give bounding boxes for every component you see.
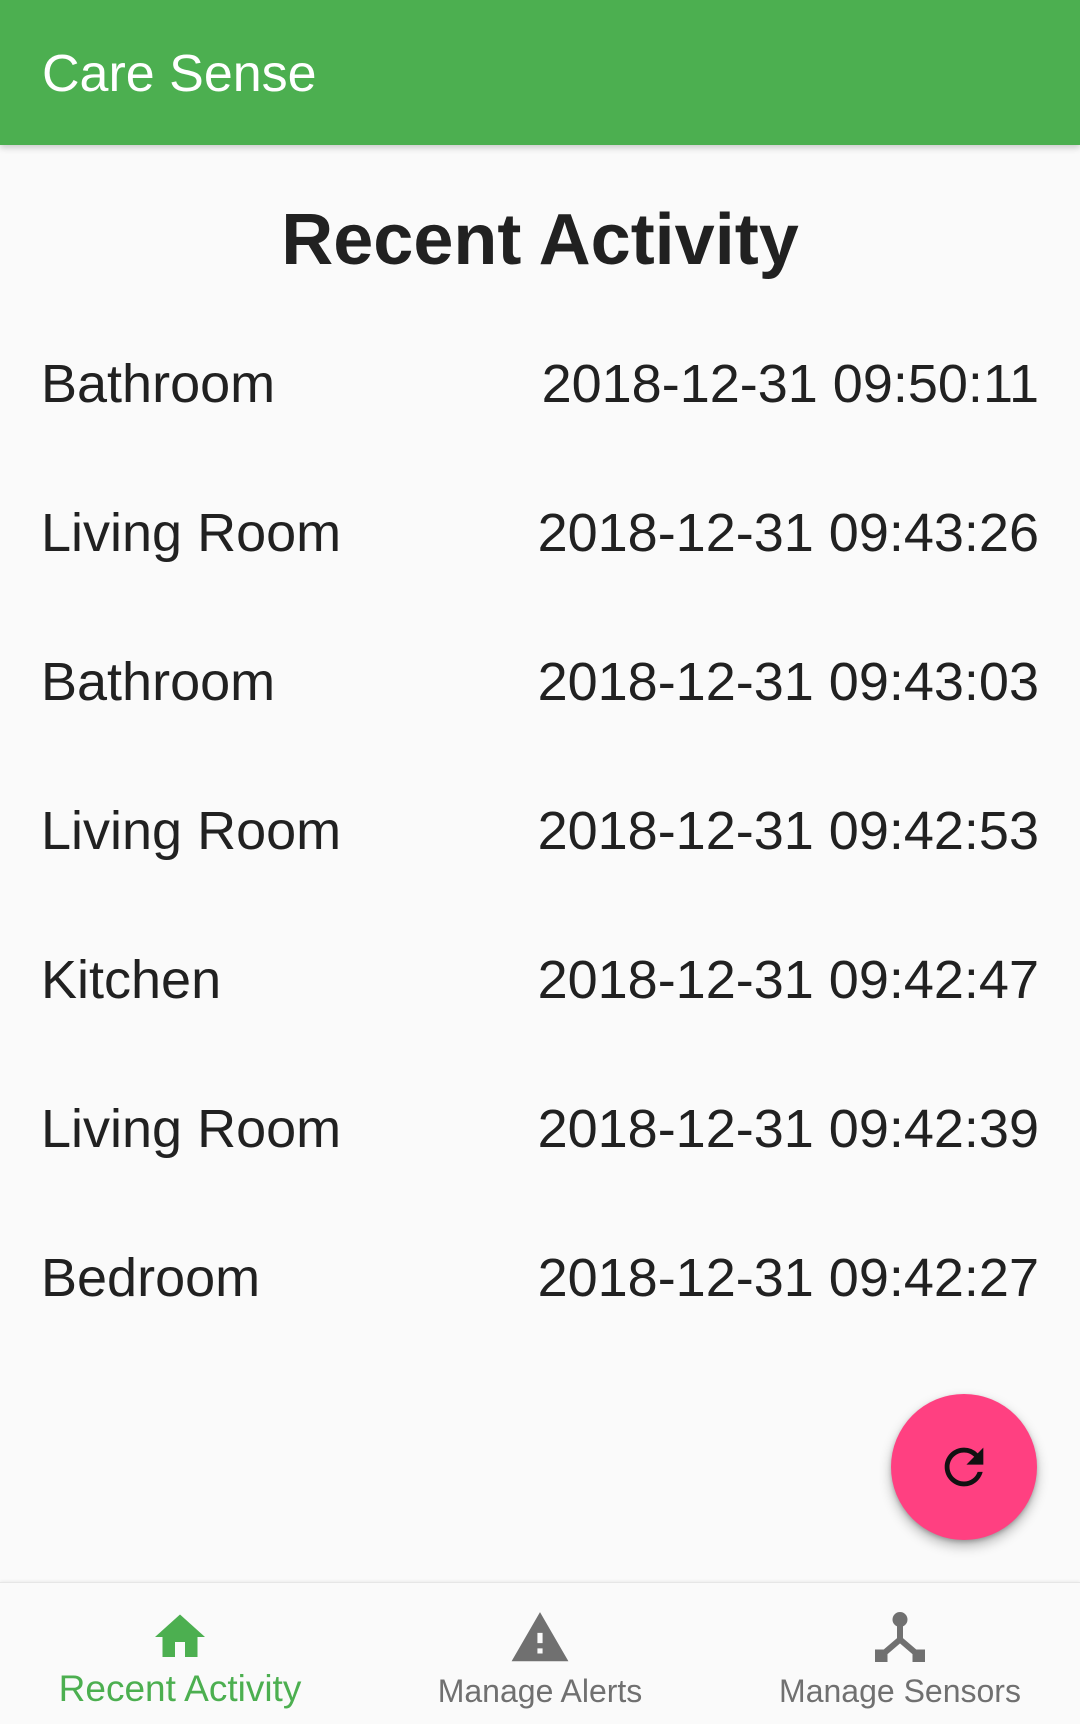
nav-manage-sensors[interactable]: Manage Sensors — [720, 1583, 1080, 1724]
nav-manage-alerts[interactable]: Manage Alerts — [360, 1583, 720, 1724]
activity-time: 2018-12-31 09:42:39 — [537, 1099, 1039, 1159]
refresh-button[interactable] — [891, 1394, 1037, 1540]
nav-recent-activity[interactable]: Recent Activity — [0, 1583, 360, 1724]
activity-room: Bedroom — [41, 1248, 261, 1308]
activity-room: Kitchen — [41, 950, 222, 1010]
activity-room: Bathroom — [41, 354, 276, 414]
app-bar: Care Sense — [0, 0, 1080, 145]
bottom-navigation: Recent Activity Manage Alerts Manage Sen… — [0, 1582, 1080, 1724]
page-title: Recent Activity — [281, 200, 799, 280]
activity-time: 2018-12-31 09:42:27 — [537, 1248, 1039, 1308]
app-root: Care Sense Recent Activity Bathroom 2018… — [0, 0, 1080, 1724]
activity-room: Living Room — [41, 503, 342, 563]
nav-label: Manage Alerts — [437, 1673, 643, 1709]
refresh-icon — [944, 1447, 984, 1487]
activity-room: Living Room — [41, 801, 342, 861]
sensors-icon — [875, 1612, 925, 1662]
activity-room: Living Room — [41, 1099, 342, 1159]
activity-row: Bathroom 2018-12-31 09:50:11 — [0, 310, 1080, 459]
nav-label: Manage Sensors — [779, 1673, 1021, 1709]
activity-list: Bathroom 2018-12-31 09:50:11 Living Room… — [0, 310, 1080, 1353]
activity-time: 2018-12-31 09:42:47 — [537, 950, 1039, 1010]
warning-icon — [511, 1612, 569, 1662]
app-title: Care Sense — [42, 45, 317, 103]
activity-row: Living Room 2018-12-31 09:43:26 — [0, 459, 1080, 608]
activity-row: Living Room 2018-12-31 09:42:53 — [0, 757, 1080, 906]
activity-row: Living Room 2018-12-31 09:42:39 — [0, 1055, 1080, 1204]
home-icon — [155, 1614, 205, 1657]
activity-row: Bedroom 2018-12-31 09:42:27 — [0, 1204, 1080, 1353]
activity-row: Kitchen 2018-12-31 09:42:47 — [0, 906, 1080, 1055]
activity-room: Bathroom — [41, 652, 276, 712]
activity-time: 2018-12-31 09:43:26 — [537, 503, 1039, 563]
activity-time: 2018-12-31 09:43:03 — [537, 652, 1039, 712]
activity-row: Bathroom 2018-12-31 09:43:03 — [0, 608, 1080, 757]
activity-time: 2018-12-31 09:42:53 — [537, 801, 1039, 861]
nav-label: Recent Activity — [58, 1668, 302, 1709]
activity-time: 2018-12-31 09:50:11 — [541, 354, 1039, 414]
